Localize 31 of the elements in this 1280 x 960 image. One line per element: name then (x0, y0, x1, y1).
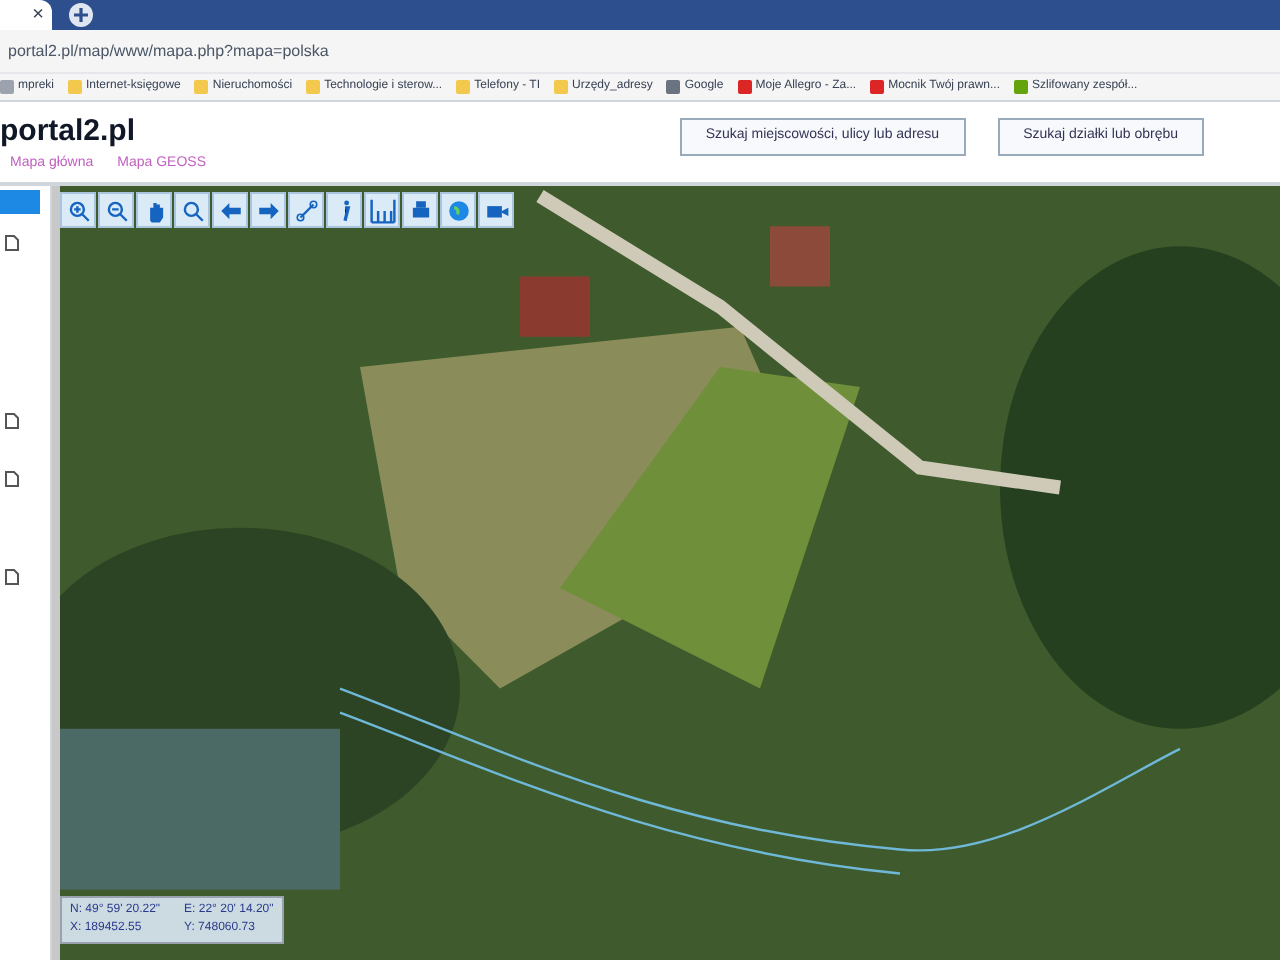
ruler-icon (369, 197, 395, 223)
document-icon[interactable] (4, 568, 20, 586)
browser-tab[interactable]: × (0, 0, 52, 30)
close-tab-icon[interactable]: × (32, 5, 44, 25)
aerial-map-drawing[interactable] (60, 186, 1280, 960)
link-icon (293, 197, 319, 223)
magnifier-icon (179, 197, 205, 223)
address-bar[interactable]: portal2.pl/map/www/mapa.php?mapa=polska (0, 30, 1280, 74)
globe-icon (445, 197, 471, 223)
url-text: portal2.pl/map/www/mapa.php?mapa=polska (8, 39, 329, 63)
print-button[interactable] (402, 192, 438, 228)
camera-button[interactable] (478, 192, 514, 228)
scrollbar[interactable] (52, 186, 60, 960)
document-icon[interactable] (4, 412, 20, 430)
new-tab-icon[interactable] (68, 2, 94, 28)
zoom-out-button[interactable] (98, 192, 134, 228)
zoom-out-icon (103, 197, 129, 223)
printer-icon (407, 197, 433, 223)
document-icon[interactable] (4, 470, 20, 488)
site-logo-text: portal2.pl (0, 116, 138, 146)
zoom-in-button[interactable] (60, 192, 96, 228)
pan-button[interactable] (136, 192, 172, 228)
zoom-box-button[interactable] (174, 192, 210, 228)
globe-button[interactable] (440, 192, 476, 228)
info-button[interactable] (326, 192, 362, 228)
link-button[interactable] (288, 192, 324, 228)
forward-button[interactable] (250, 192, 286, 228)
document-icon[interactable] (4, 234, 20, 252)
measure-button[interactable] (364, 192, 400, 228)
back-button[interactable] (212, 192, 248, 228)
zoom-in-icon (65, 197, 91, 223)
